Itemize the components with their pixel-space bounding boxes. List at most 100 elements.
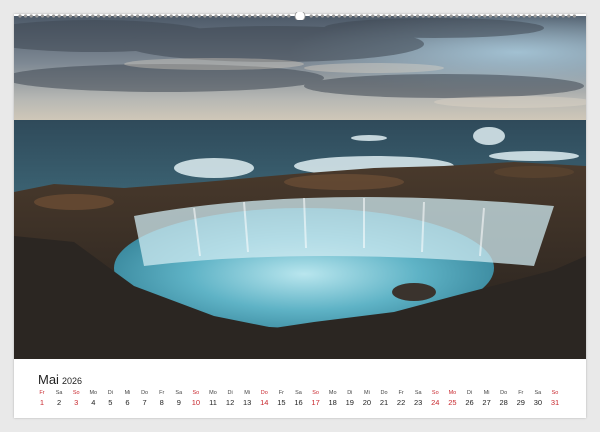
binding-ring bbox=[208, 14, 212, 18]
binding-ring bbox=[410, 14, 414, 18]
binding-ring bbox=[164, 14, 168, 18]
weekday-label: Mi bbox=[363, 390, 370, 396]
binding-ring bbox=[544, 14, 549, 18]
day-cell: So 24 bbox=[427, 389, 443, 408]
binding-ring bbox=[225, 14, 229, 18]
binding-ring bbox=[18, 14, 22, 18]
weekday-label: Sa bbox=[55, 390, 63, 396]
weekday-label: Fr bbox=[398, 390, 404, 396]
weekday-label: Mi bbox=[244, 390, 251, 396]
binding-ring bbox=[348, 14, 352, 18]
day-cell: So 17 bbox=[308, 389, 324, 408]
day-number: 21 bbox=[379, 398, 389, 407]
binding-ring bbox=[80, 14, 84, 18]
binding-ring bbox=[35, 14, 39, 18]
binding-ring bbox=[180, 14, 184, 18]
binding-ring bbox=[365, 14, 369, 18]
binding-ring bbox=[113, 14, 117, 18]
binding-ring bbox=[264, 14, 268, 18]
binding-ring bbox=[287, 14, 291, 18]
binding-ring bbox=[539, 14, 543, 18]
day-cell: Sa 16 bbox=[291, 389, 307, 408]
day-number: 23 bbox=[414, 398, 423, 407]
binding-ring bbox=[85, 14, 89, 18]
weekday-label: So bbox=[312, 390, 319, 396]
binding-ring bbox=[382, 14, 386, 18]
day-cell: Di 12 bbox=[222, 389, 238, 408]
day-cell: Mo 4 bbox=[85, 389, 101, 408]
day-number: 5 bbox=[108, 398, 113, 407]
binding-ring bbox=[472, 14, 476, 18]
weekday-label: Do bbox=[380, 390, 388, 396]
binding-ring bbox=[438, 14, 442, 18]
weekday-label: Sa bbox=[295, 390, 302, 396]
binding-ring bbox=[505, 14, 509, 18]
binding-ring bbox=[556, 14, 560, 18]
binding-ring bbox=[393, 14, 397, 18]
binding-ring bbox=[40, 14, 44, 18]
binding-ring bbox=[197, 14, 201, 18]
day-number: 9 bbox=[176, 398, 181, 407]
day-number: 13 bbox=[243, 398, 252, 407]
binding-ring bbox=[130, 14, 134, 18]
binding-ring bbox=[68, 14, 72, 18]
day-cell: Do 14 bbox=[256, 389, 272, 408]
weekday-label: Di bbox=[466, 390, 473, 396]
hanger-hole bbox=[294, 12, 306, 20]
binding-ring bbox=[203, 14, 207, 18]
day-number: 16 bbox=[294, 398, 303, 407]
binding-ring bbox=[404, 14, 408, 18]
binding-ring bbox=[511, 14, 515, 18]
binding-ring bbox=[214, 14, 218, 18]
binding-ring bbox=[516, 14, 520, 18]
day-cell: Fr 1 bbox=[34, 389, 50, 408]
month-heading: Mai 2026 bbox=[38, 371, 82, 389]
binding-ring bbox=[488, 14, 492, 18]
day-cell: Mi 27 bbox=[479, 389, 495, 408]
weekday-label: Di bbox=[107, 390, 113, 396]
binding-ring bbox=[354, 14, 358, 18]
day-cell: So 10 bbox=[188, 389, 204, 408]
day-cell: Fr 8 bbox=[154, 389, 170, 408]
binding-ring bbox=[326, 14, 330, 18]
binding-ring bbox=[57, 14, 61, 18]
binding-ring bbox=[96, 14, 100, 18]
binding-ring bbox=[376, 14, 380, 18]
binding-ring bbox=[550, 14, 554, 18]
binding-ring bbox=[477, 14, 481, 18]
binding-ring bbox=[483, 14, 487, 18]
day-cell: Di 19 bbox=[342, 389, 358, 408]
day-number: 24 bbox=[431, 398, 440, 407]
binding-ring bbox=[388, 14, 392, 18]
day-number: 28 bbox=[499, 398, 508, 407]
day-number: 1 bbox=[39, 398, 45, 407]
binding-ring bbox=[281, 14, 285, 18]
binding-ring bbox=[242, 14, 246, 18]
binding-ring bbox=[416, 14, 420, 18]
binding-ring bbox=[343, 14, 347, 18]
binding-ring bbox=[52, 14, 56, 18]
binding-ring bbox=[522, 14, 526, 18]
binding-ring bbox=[119, 14, 123, 18]
weekday-label: Do bbox=[500, 390, 508, 396]
binding-ring bbox=[192, 14, 196, 18]
day-cell: Fr 29 bbox=[513, 389, 529, 408]
weekday-label: Do bbox=[141, 390, 149, 396]
day-cell: Mi 20 bbox=[359, 389, 375, 408]
binding-ring bbox=[136, 14, 140, 18]
day-number: 12 bbox=[225, 398, 235, 407]
day-number: 30 bbox=[533, 398, 543, 407]
weekday-label: Mo bbox=[209, 390, 217, 396]
binding-ring bbox=[337, 14, 341, 18]
day-number: 6 bbox=[125, 398, 130, 407]
binding-ring bbox=[186, 14, 190, 18]
weekday-label: Sa bbox=[175, 390, 183, 396]
binding-ring bbox=[259, 14, 263, 18]
binding-ring bbox=[152, 14, 156, 18]
binding-ring bbox=[276, 14, 280, 18]
year-label: 2026 bbox=[61, 376, 82, 386]
day-number: 8 bbox=[159, 398, 164, 407]
day-number: 4 bbox=[91, 398, 96, 407]
day-number: 11 bbox=[209, 398, 217, 407]
day-cell: Fr 15 bbox=[273, 389, 289, 408]
